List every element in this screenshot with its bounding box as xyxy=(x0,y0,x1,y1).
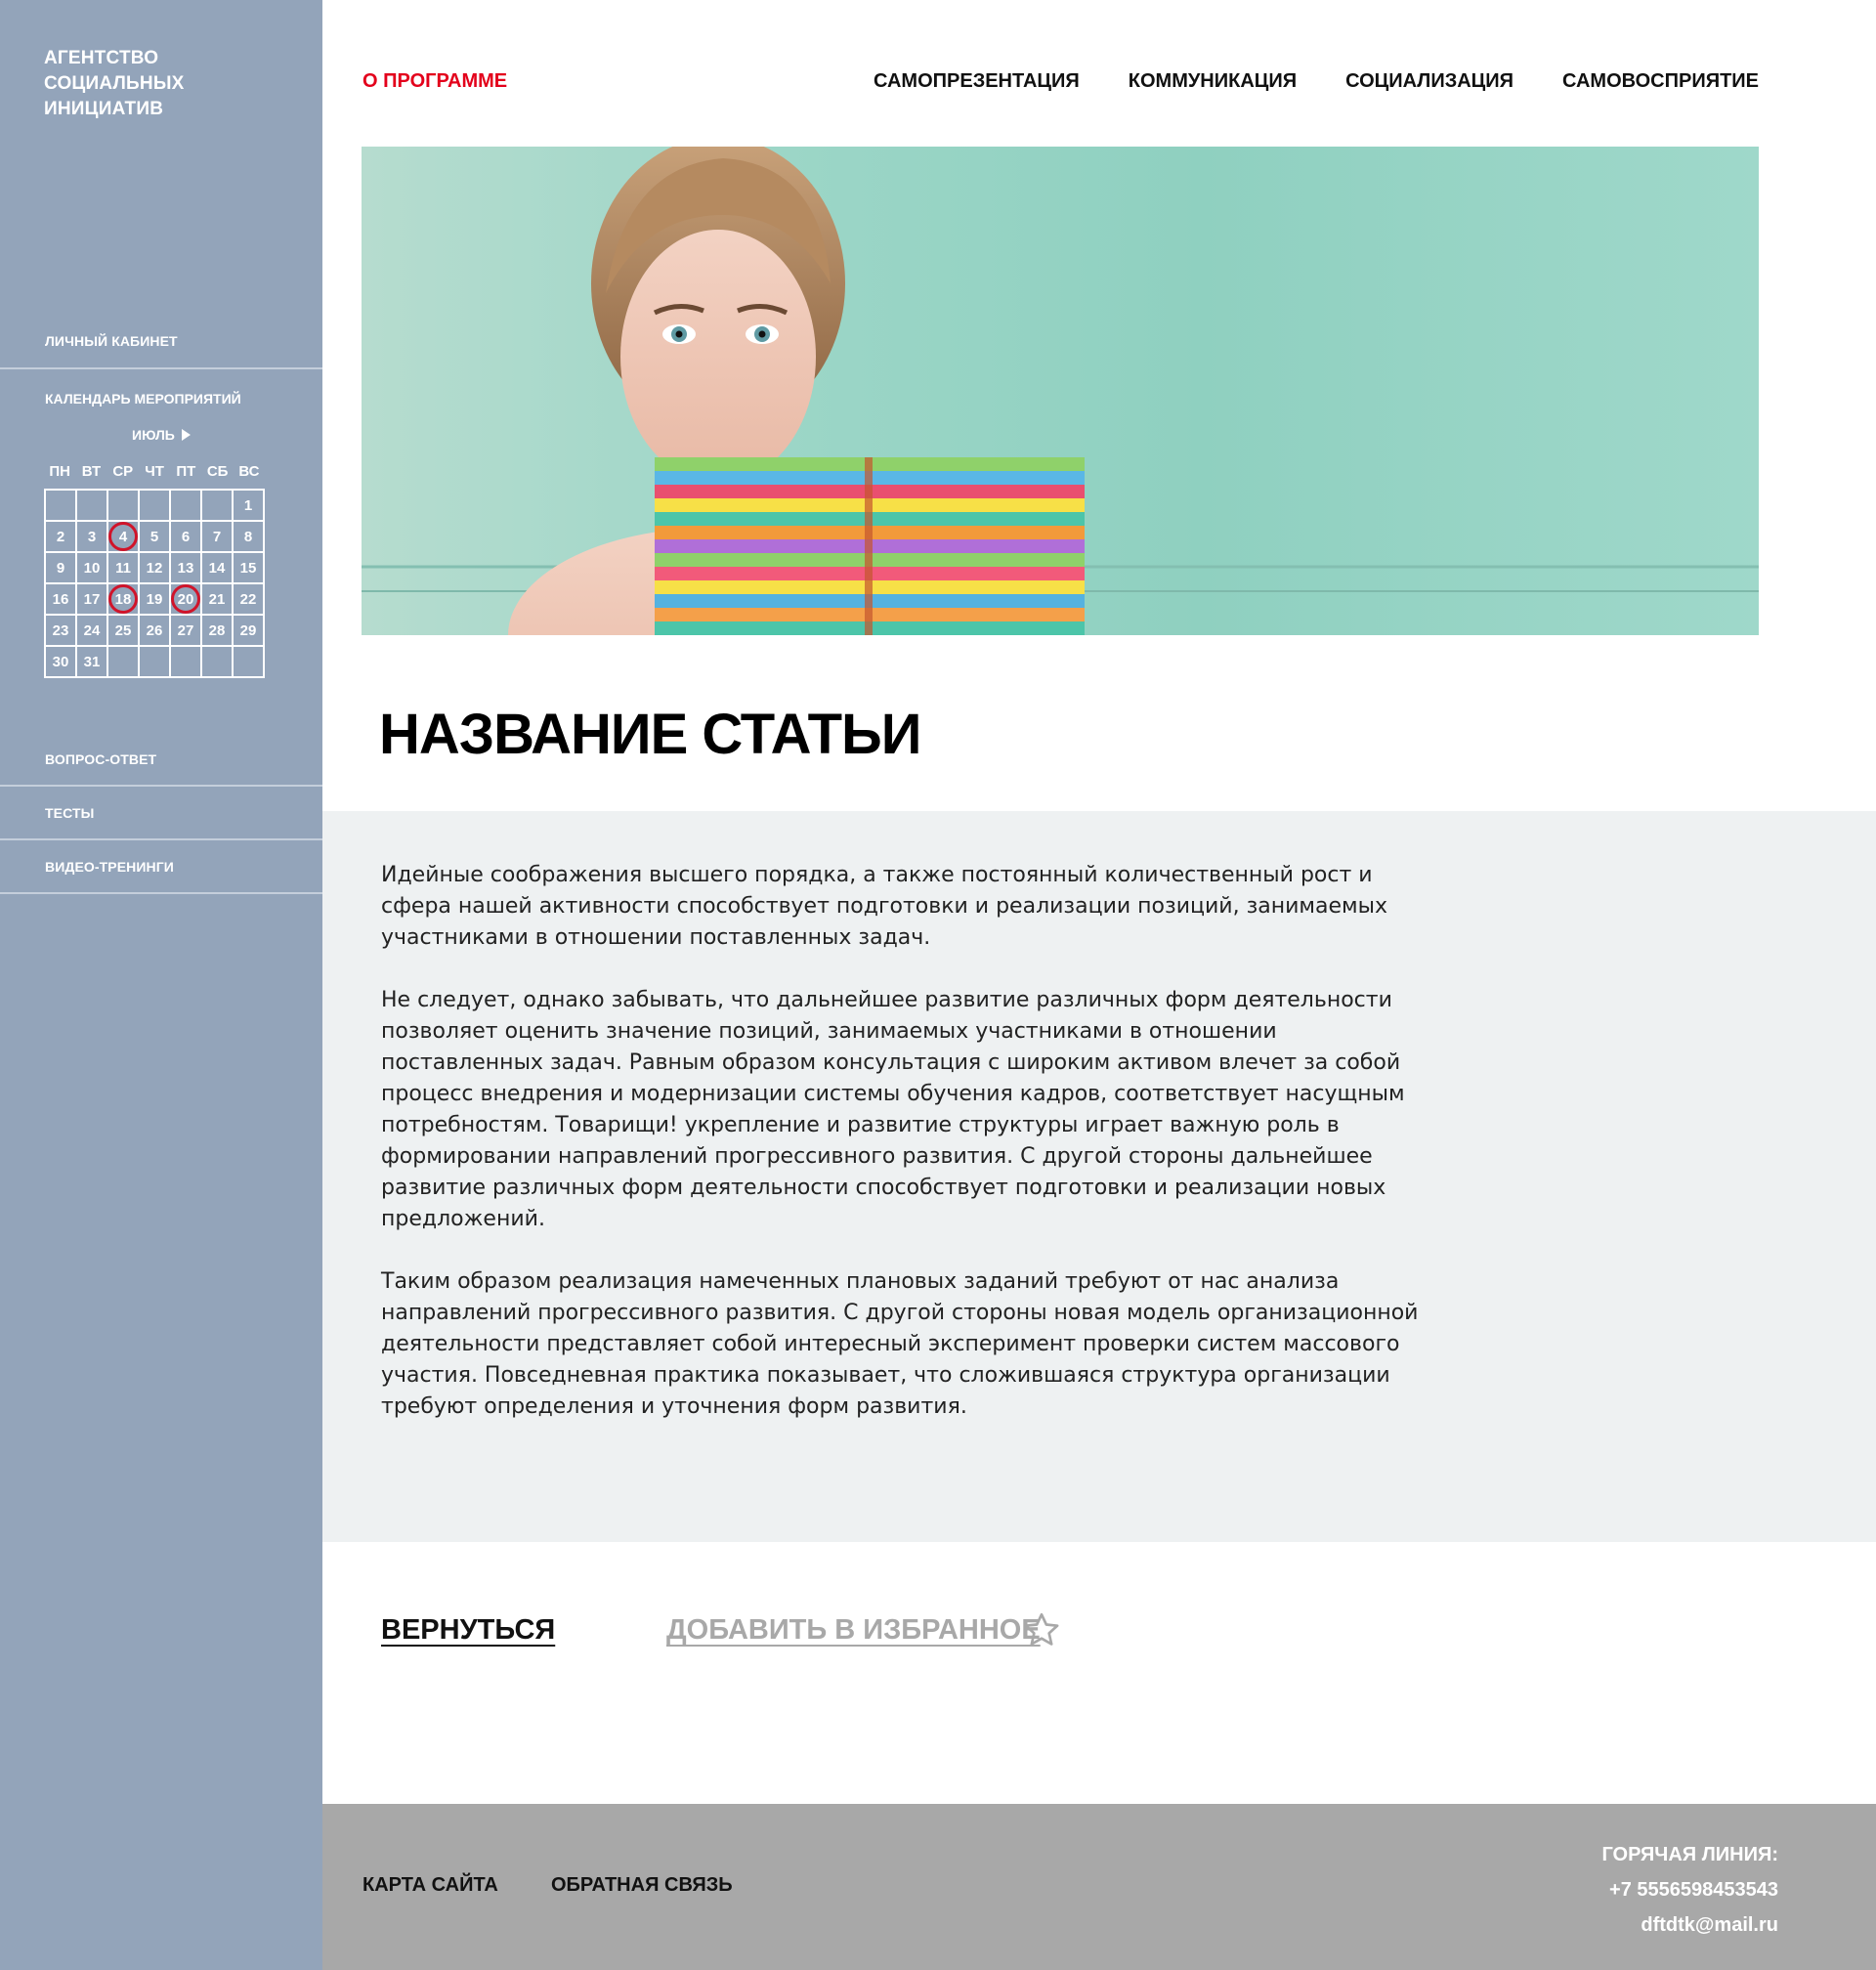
sidebar-divider xyxy=(0,838,322,840)
calendar-empty-cell xyxy=(46,491,77,522)
calendar-month-label: Июль xyxy=(132,427,175,443)
calendar-day[interactable]: 3 xyxy=(77,522,108,553)
calendar-empty-cell xyxy=(108,647,140,678)
article-paragraph: Таким образом реализация намеченных план… xyxy=(381,1269,1419,1419)
calendar-weekday: ВТ xyxy=(81,463,102,480)
sidebar-divider xyxy=(0,367,322,369)
calendar-day[interactable]: 11 xyxy=(108,553,140,584)
calendar-empty-cell xyxy=(171,491,202,522)
hotline-phone[interactable]: +7 5556598453543 xyxy=(1601,1872,1778,1907)
add-to-favorites-button[interactable]: Добавить в избранное xyxy=(666,1614,1041,1647)
sidebar-divider xyxy=(0,892,322,894)
article-text: Идейные соображения высшего порядка, а т… xyxy=(381,860,1436,1454)
footer-feedback-link[interactable]: Обратная связь xyxy=(551,1874,733,1897)
article-body: Идейные соображения высшего порядка, а т… xyxy=(322,811,1876,1542)
sidebar-item-cabinet[interactable]: Личный кабинет xyxy=(0,333,322,349)
calendar-day-event[interactable]: 20 xyxy=(171,584,202,616)
calendar-empty-cell xyxy=(234,647,265,678)
brand-line: социальных xyxy=(44,73,185,94)
nav-item-self-perception[interactable]: Самовосприятие xyxy=(1562,70,1759,93)
calendar-day[interactable]: 2 xyxy=(46,522,77,553)
calendar-day[interactable]: 16 xyxy=(46,584,77,616)
calendar-day[interactable]: 5 xyxy=(140,522,171,553)
calendar-day[interactable]: 14 xyxy=(202,553,234,584)
brand-line: инициатив xyxy=(44,99,164,119)
hotline-email[interactable]: dftdtk@mail.ru xyxy=(1601,1907,1778,1943)
calendar-day[interactable]: 29 xyxy=(234,616,265,647)
back-button[interactable]: Вернуться xyxy=(381,1614,555,1647)
calendar-day[interactable]: 17 xyxy=(77,584,108,616)
sidebar: Агентство социальных инициатив Личный ка… xyxy=(0,0,322,1970)
calendar-day[interactable]: 7 xyxy=(202,522,234,553)
calendar-day[interactable]: 19 xyxy=(140,584,171,616)
nav-item-self-presentation[interactable]: Самопрезентация xyxy=(874,70,1080,93)
brand-line: Агентство xyxy=(44,48,159,68)
calendar-empty-cell xyxy=(202,647,234,678)
main-nav: Самопрезентация Коммуникация Социализаци… xyxy=(874,70,1759,93)
nav-about[interactable]: О программе xyxy=(362,70,507,93)
calendar-day-event[interactable]: 4 xyxy=(108,522,140,553)
calendar-day-event[interactable]: 18 xyxy=(108,584,140,616)
calendar-empty-cell xyxy=(171,647,202,678)
calendar-weekday: ЧТ xyxy=(145,463,164,480)
calendar-day[interactable]: 12 xyxy=(140,553,171,584)
calendar-day[interactable]: 10 xyxy=(77,553,108,584)
star-outline-icon[interactable] xyxy=(1022,1610,1061,1649)
calendar-weekday: СБ xyxy=(206,463,229,480)
calendar-empty-cell xyxy=(202,491,234,522)
calendar-day[interactable]: 23 xyxy=(46,616,77,647)
calendar-empty-cell xyxy=(140,647,171,678)
calendar-day[interactable]: 26 xyxy=(140,616,171,647)
calendar-day[interactable]: 22 xyxy=(234,584,265,616)
calendar-weekday: СР xyxy=(112,463,134,480)
calendar-empty-cell xyxy=(77,491,108,522)
calendar-title: Календарь мероприятий xyxy=(45,391,241,407)
sidebar-item-tests[interactable]: Тесты xyxy=(0,805,322,821)
brand-logo[interactable]: Агентство социальных инициатив xyxy=(44,46,185,122)
calendar-day[interactable]: 8 xyxy=(234,522,265,553)
footer-sitemap-link[interactable]: Карта сайта xyxy=(362,1874,498,1897)
calendar-day[interactable]: 13 xyxy=(171,553,202,584)
calendar-weekday: ПН xyxy=(49,463,70,480)
footer: Карта сайта Обратная связь Горячая линия… xyxy=(322,1804,1876,1970)
calendar-day[interactable]: 30 xyxy=(46,647,77,678)
article-paragraph: Идейные соображения высшего порядка, а т… xyxy=(381,863,1388,950)
nav-item-communication[interactable]: Коммуникация xyxy=(1129,70,1297,93)
arrow-right-icon[interactable] xyxy=(181,429,191,441)
calendar-day[interactable]: 1 xyxy=(234,491,265,522)
calendar-empty-cell xyxy=(108,491,140,522)
calendar-day[interactable]: 15 xyxy=(234,553,265,584)
calendar-weekday: ВС xyxy=(238,463,260,480)
hero-image xyxy=(362,147,1759,635)
hotline-title: Горячая линия: xyxy=(1601,1844,1778,1865)
calendar-day[interactable]: 25 xyxy=(108,616,140,647)
hotline-block: Горячая линия: +7 5556598453543 dftdtk@m… xyxy=(1601,1837,1778,1943)
article-paragraph: Не следует, однако забывать, что дальней… xyxy=(381,988,1405,1231)
calendar-empty-cell xyxy=(140,491,171,522)
sidebar-divider xyxy=(0,785,322,787)
calendar-day[interactable]: 21 xyxy=(202,584,234,616)
calendar-day[interactable]: 31 xyxy=(77,647,108,678)
hero-illustration xyxy=(362,147,1759,635)
calendar-day[interactable]: 9 xyxy=(46,553,77,584)
calendar-day[interactable]: 27 xyxy=(171,616,202,647)
sidebar-item-videos[interactable]: Видео-тренинги xyxy=(0,859,322,875)
article-title: Название статьи xyxy=(379,703,921,766)
sidebar-item-faq[interactable]: Вопрос-ответ xyxy=(0,751,322,767)
nav-item-socialization[interactable]: Социализация xyxy=(1345,70,1514,93)
calendar-day[interactable]: 24 xyxy=(77,616,108,647)
calendar-month-switch[interactable]: Июль xyxy=(132,427,191,443)
calendar-day[interactable]: 28 xyxy=(202,616,234,647)
calendar-weekdays: ПН ВТ СР ЧТ ПТ СБ ВС xyxy=(44,463,265,480)
calendar-weekday: ПТ xyxy=(176,463,196,480)
calendar-grid: 1 2 3 4 5 6 7 8 9 10 11 12 13 14 15 16 17 18 19 20 21 22 23 24 2… xyxy=(44,489,265,678)
calendar-day[interactable]: 6 xyxy=(171,522,202,553)
